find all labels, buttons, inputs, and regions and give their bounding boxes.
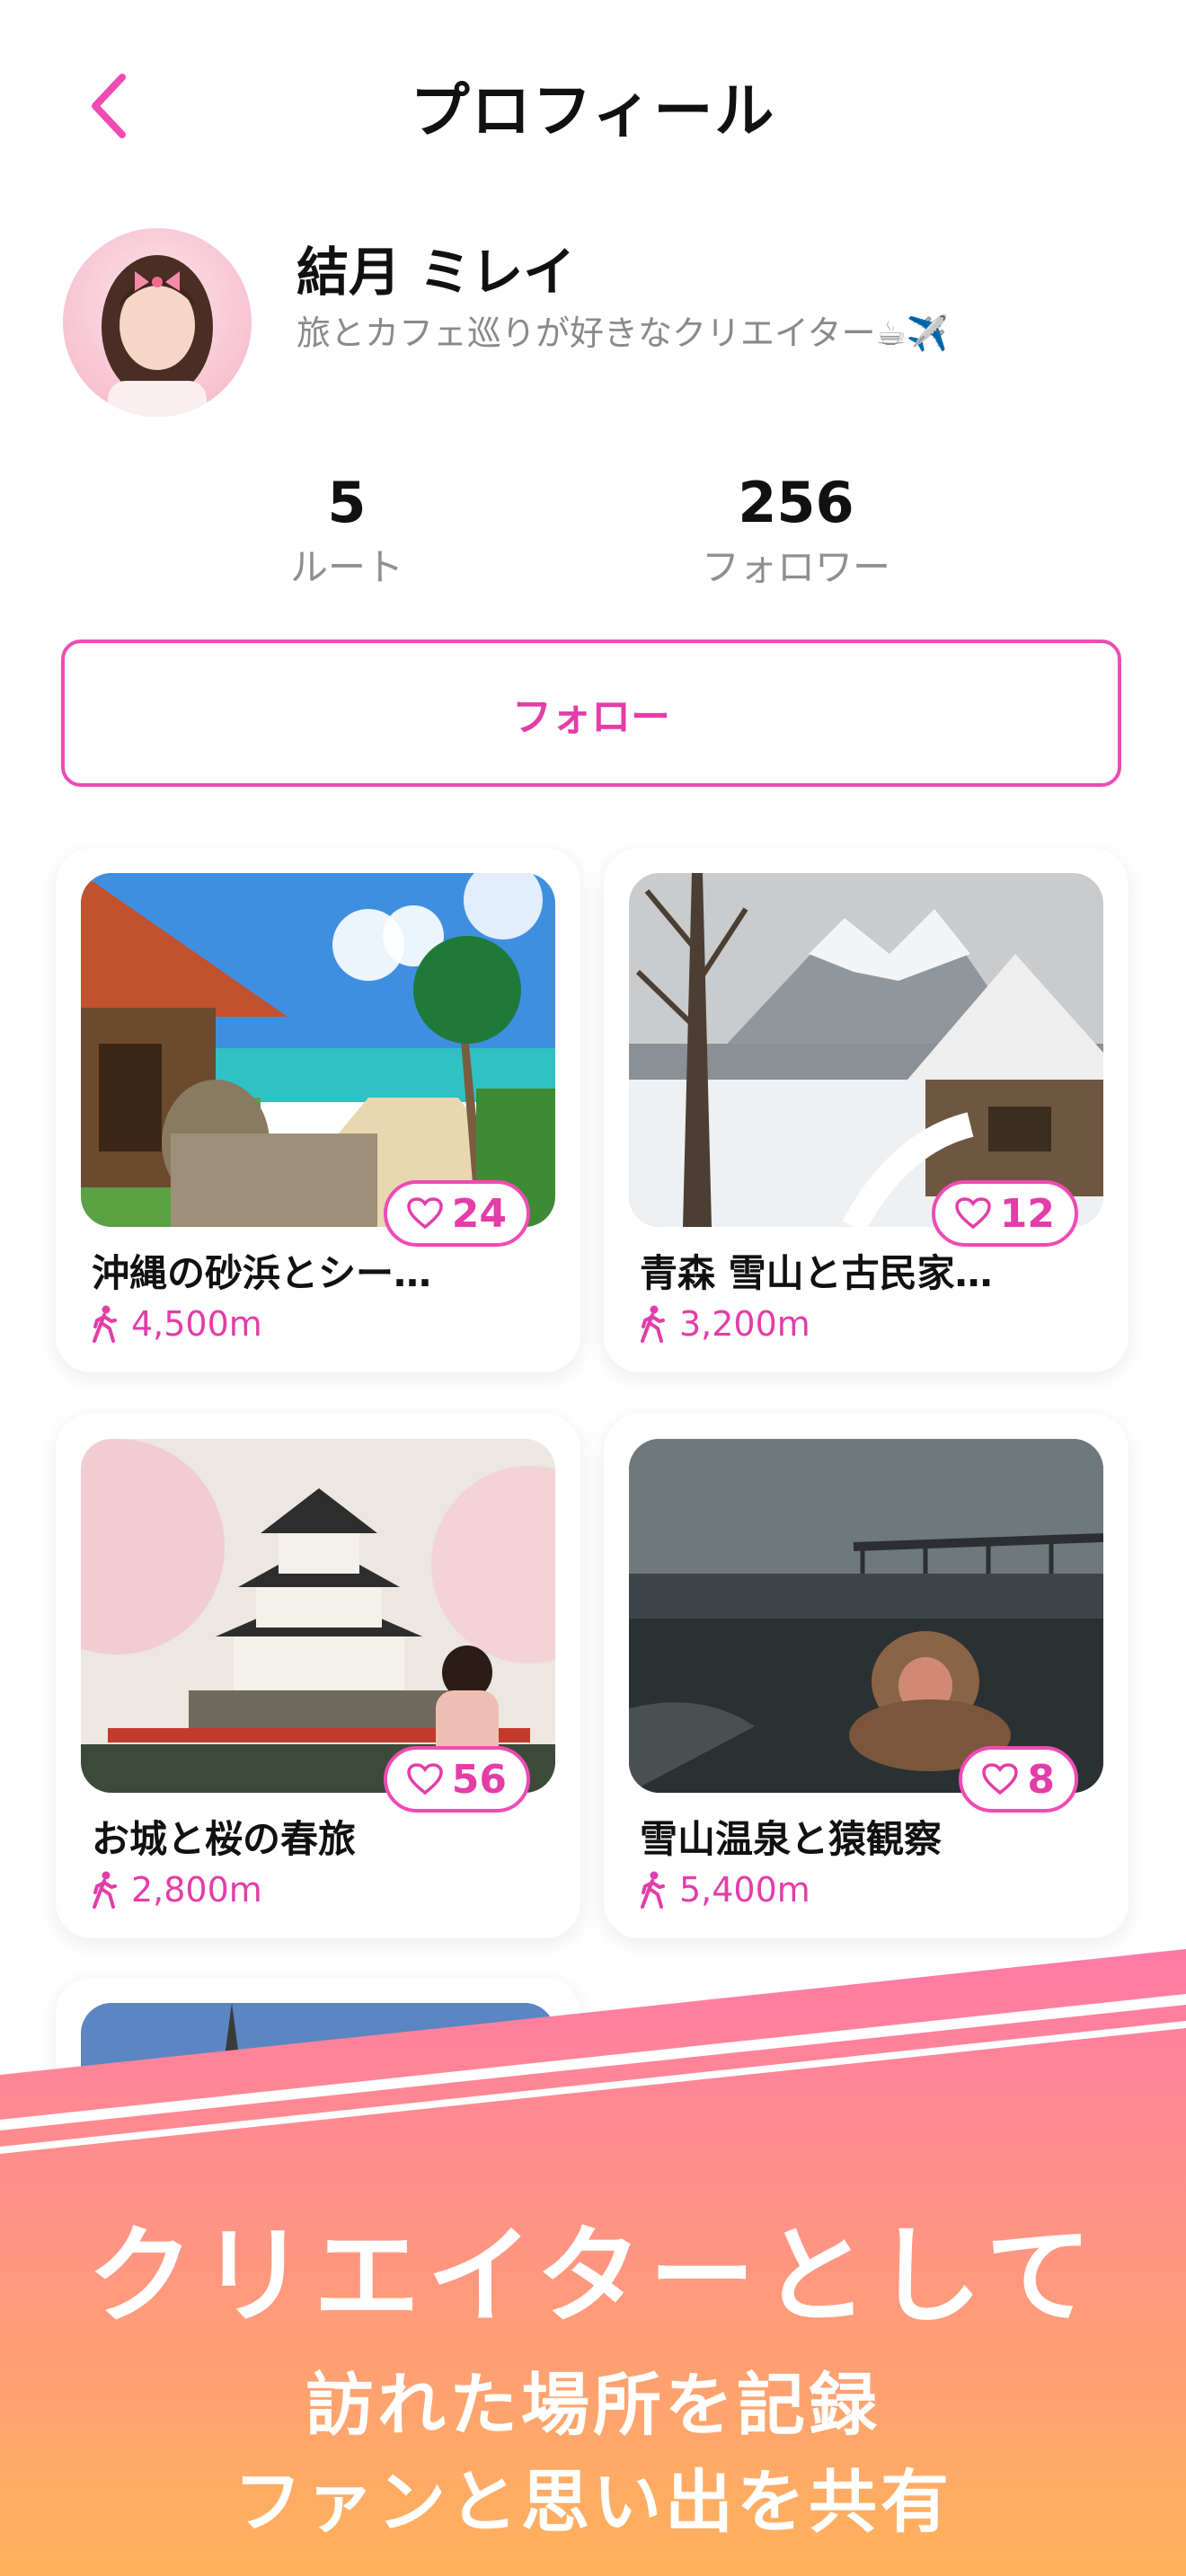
- route-thumbnail: [629, 1439, 1103, 1793]
- routes-count: 5: [327, 470, 367, 535]
- profile-name: 結月 ミレイ: [296, 242, 576, 303]
- promo-subtext: 訪れた場所を記録 ファンと思い出を共有: [0, 2357, 1186, 2551]
- promo-line-2: ファンと思い出を共有: [234, 2462, 952, 2542]
- route-distance: 3,200m: [640, 1304, 810, 1344]
- promo-headline: クリエイターとして: [87, 2214, 1099, 2338]
- routes-label: ルート: [289, 545, 403, 589]
- walking-icon: [93, 1871, 117, 1909]
- route-card[interactable]: 56 お城と桜の春旅 2,800m: [56, 1414, 580, 1938]
- route-title: 青森 雪山と古民家…: [640, 1251, 993, 1295]
- like-count: 8: [1027, 1756, 1055, 1803]
- like-count-badge[interactable]: 56: [383, 1746, 530, 1813]
- route-thumbnail: [81, 1439, 555, 1793]
- route-card[interactable]: 8 雪山温泉と猿観察 5,400m: [604, 1414, 1128, 1938]
- heart-icon: [407, 1197, 443, 1230]
- walking-icon: [93, 1305, 117, 1343]
- route-thumbnail: [81, 873, 555, 1227]
- heart-icon: [407, 1763, 443, 1795]
- stat-followers[interactable]: 256 フォロワー: [661, 467, 931, 596]
- route-card[interactable]: 12 青森 雪山と古民家… 3,200m: [604, 848, 1128, 1372]
- walking-icon: [641, 1871, 665, 1909]
- like-count-badge[interactable]: 12: [931, 1180, 1078, 1247]
- avatar[interactable]: [63, 228, 252, 417]
- like-count-badge[interactable]: 24: [383, 1180, 530, 1247]
- like-count-badge[interactable]: 8: [959, 1746, 1078, 1813]
- followers-label: フォロワー: [701, 545, 890, 589]
- route-title: お城と桜の春旅: [92, 1817, 357, 1861]
- promo-banner: クリエイターとして 訪れた場所を記録 ファンと思い出を共有: [0, 1949, 1186, 2576]
- promo-line-1: 訪れた場所を記録: [305, 2365, 881, 2445]
- followers-count: 256: [738, 470, 854, 535]
- route-thumbnail: [629, 873, 1103, 1227]
- route-title: 雪山温泉と猿観察: [640, 1817, 943, 1861]
- heart-icon: [982, 1763, 1019, 1795]
- route-distance: 5,400m: [640, 1870, 810, 1910]
- like-count: 12: [999, 1190, 1055, 1237]
- heart-icon: [955, 1197, 991, 1230]
- like-count: 56: [451, 1756, 507, 1803]
- profile-bio: 旅とカフェ巡りが好きなクリエイター☕✈️: [296, 313, 949, 353]
- walking-icon: [641, 1305, 665, 1343]
- stat-routes: 5 ルート: [212, 467, 482, 596]
- route-distance: 2,800m: [92, 1870, 262, 1910]
- like-count: 24: [451, 1190, 507, 1237]
- route-distance: 4,500m: [92, 1304, 262, 1344]
- route-title: 沖縄の砂浜とシー…: [92, 1251, 432, 1295]
- follow-button[interactable]: フォロー: [61, 640, 1121, 787]
- route-card[interactable]: 24 沖縄の砂浜とシー… 4,500m: [56, 848, 580, 1372]
- page-title: プロフィール: [410, 76, 776, 146]
